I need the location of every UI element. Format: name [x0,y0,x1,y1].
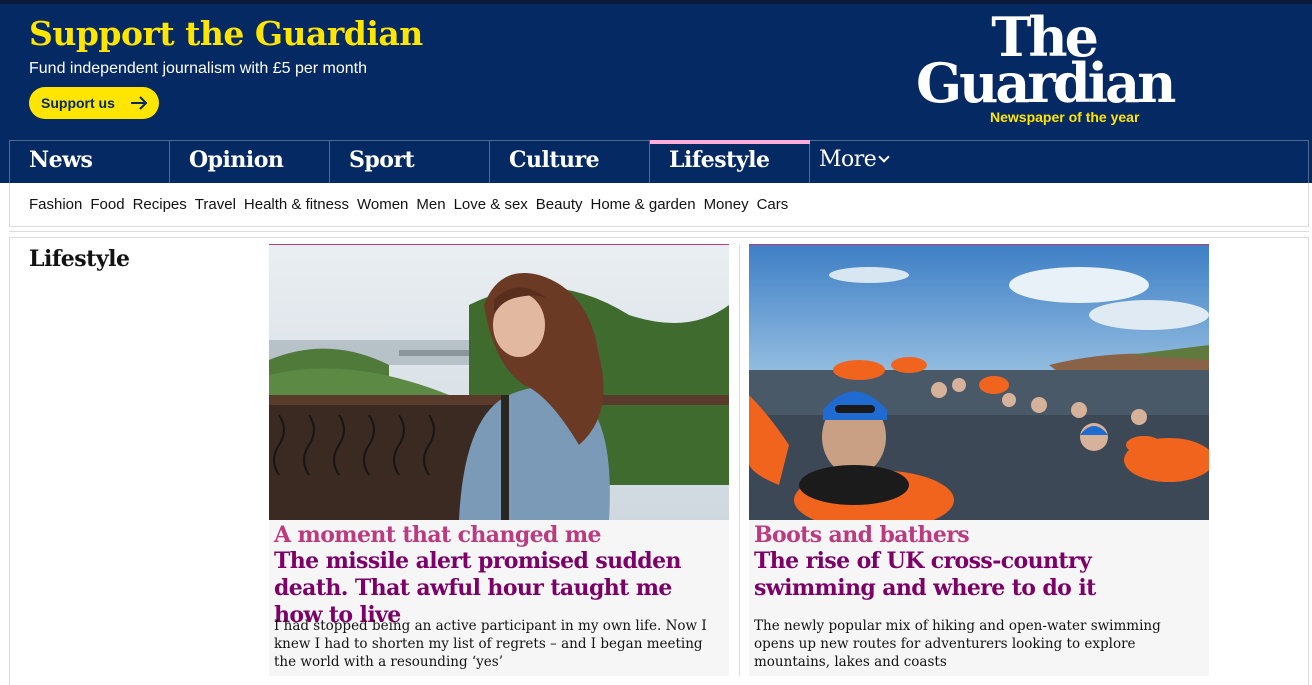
subnav-item-women[interactable]: Women [357,196,408,213]
subnav-item-health-fitness[interactable]: Health & fitness [244,196,349,213]
story-card[interactable]: A moment that changed me The missile ale… [269,244,729,676]
subnav-item-beauty[interactable]: Beauty [536,196,583,213]
pillar-more[interactable]: More [810,141,930,183]
subnav-item-money[interactable]: Money [704,196,749,213]
subnav-item-cars[interactable]: Cars [757,196,789,213]
subnav-item-food[interactable]: Food [90,196,124,213]
divider [9,237,10,685]
support-title: Support the Guardian [29,14,423,53]
pillar-sport[interactable]: Sport [330,141,490,183]
subnav-item-love-sex[interactable]: Love & sex [454,196,528,213]
divider [9,231,1309,232]
chevron-down-icon [878,151,890,163]
support-us-button[interactable]: Support us [29,87,159,119]
story-kicker: A moment that changed me [274,522,602,548]
section-title: Lifestyle [29,246,130,272]
divider [1308,237,1309,685]
pillar-culture[interactable]: Culture [490,141,650,183]
pillar-label: Sport [349,147,415,173]
pillar-label: News [29,147,93,173]
pillar-nav: News Opinion Sport Culture Lifestyle Mor… [9,140,1309,183]
column-divider [739,244,740,676]
pillar-label: Lifestyle [669,147,770,173]
divider [9,226,1309,227]
story-image [749,245,1209,520]
story-card[interactable]: Boots and bathers The rise of UK cross-c… [749,244,1209,676]
subnav-item-fashion[interactable]: Fashion [29,196,82,213]
pillar-label: Culture [509,147,600,173]
support-us-label: Support us [41,95,115,111]
support-subtitle: Fund independent journalism with £5 per … [29,60,367,77]
story-image [269,245,729,520]
subnav-item-travel[interactable]: Travel [195,196,236,213]
guardian-logo[interactable]: The Guardian Newspaper of the year [916,10,1216,128]
arrow-right-icon [131,96,148,110]
subnav-item-men[interactable]: Men [416,196,445,213]
pillar-label: More [819,147,877,172]
pillar-opinion[interactable]: Opinion [170,141,330,183]
story-headline[interactable]: The rise of UK cross-country swimming an… [754,548,1206,602]
story-trail: The newly popular mix of hiking and open… [754,618,1161,670]
subnav: Fashion Food Recipes Travel Health & fit… [9,183,1309,226]
pillar-label: Opinion [189,147,284,173]
logo-tagline: Newspaper of the year [990,109,1140,125]
pillar-news[interactable]: News [10,141,170,183]
pillar-lifestyle[interactable]: Lifestyle [650,140,810,183]
subnav-item-recipes[interactable]: Recipes [133,196,187,213]
subnav-item-home-garden[interactable]: Home & garden [591,196,696,213]
divider [9,237,1309,238]
story-trail: I had stopped being an active participan… [274,618,707,670]
story-kicker: Boots and bathers [754,522,970,548]
logo-guardian: Guardian [916,51,1176,115]
